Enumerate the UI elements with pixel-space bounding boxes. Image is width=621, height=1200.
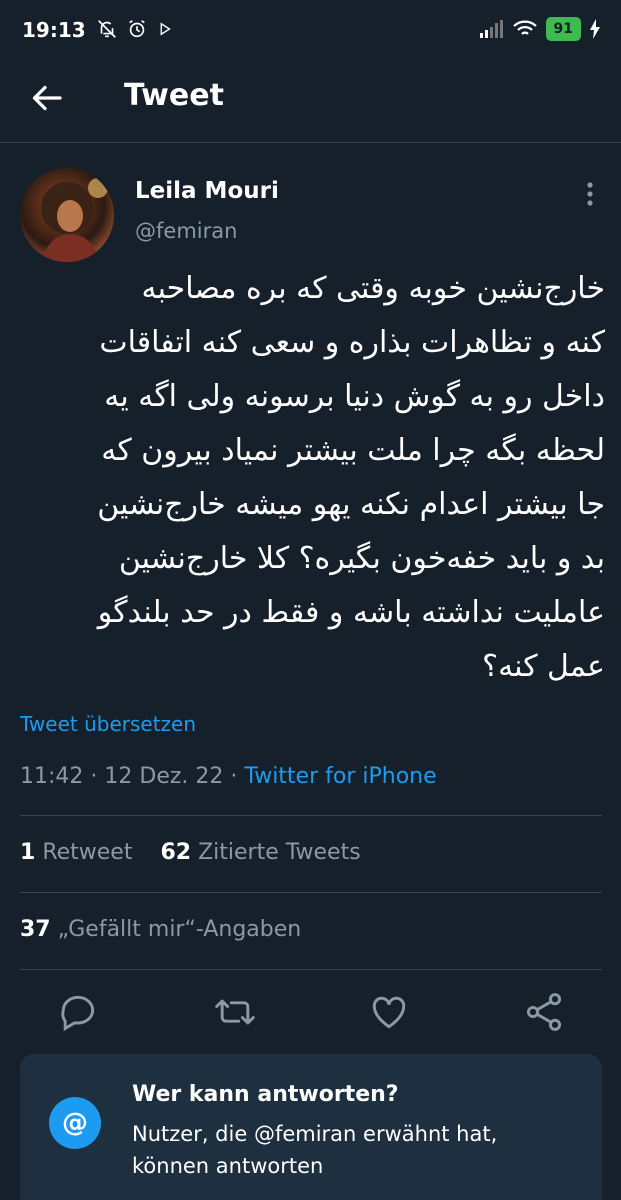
app-header: Tweet — [0, 62, 621, 142]
signal-icon — [479, 20, 503, 38]
status-time: 19:13 — [22, 18, 86, 42]
reply-restriction-card: @ Wer kann antworten? Nutzer, die @femir… — [20, 1054, 602, 1200]
tweet-line: عاملیت نداشته باشه و فقط در حد بلندگو — [97, 595, 605, 630]
like-heart-icon[interactable] — [367, 990, 411, 1034]
status-right-icons: 91 — [478, 17, 601, 41]
page-title: Tweet — [124, 78, 224, 113]
status-left-icons — [96, 18, 174, 40]
tweet-time: 11:42 — [20, 764, 84, 789]
alarm-icon — [129, 20, 145, 38]
status-bar: 19:13 91 — [0, 0, 621, 62]
retweet-stats: 1 Retweet 62 Zitierte Tweets — [20, 840, 361, 865]
likes-count: 37 — [20, 917, 51, 942]
author-handle[interactable]: @femiran — [135, 219, 237, 243]
stats-divider — [20, 892, 602, 893]
likes-label: „Gefällt mir“-Angaben — [57, 917, 302, 942]
header-divider — [0, 142, 621, 143]
tweet-line: داخل رو به گوش دنیا برسونه ولی اگه یه — [104, 379, 605, 414]
retweet-icon[interactable] — [213, 990, 257, 1034]
wifi-icon — [512, 20, 537, 35]
card-body: Nutzer, die @femiran erwähnt hat, können… — [132, 1122, 498, 1178]
tweet-line: کنه و تظاهرات بذاره و سعی کنه اتفاقات — [99, 325, 605, 360]
tweet-line: عمل کنه؟ — [482, 649, 605, 684]
quotes-label: Zitierte Tweets — [198, 840, 361, 865]
charging-icon — [590, 19, 600, 39]
tweet-meta: 11:42 · 12 Dez. 22 · Twitter for iPhone — [20, 764, 437, 789]
quotes-stat[interactable]: 62 Zitierte Tweets — [160, 840, 360, 865]
battery-indicator: 91 — [545, 17, 581, 41]
quotes-count: 62 — [160, 840, 192, 865]
retweets-count: 1 — [20, 840, 36, 865]
likes-stat[interactable]: 37 „Gefällt mir“-Angaben — [20, 917, 301, 942]
avatar-image — [40, 178, 108, 262]
reply-icon[interactable] — [56, 990, 100, 1034]
tweet-line: لحظه بگه چرا ملت بیشتر نمیاد بیرون که — [101, 433, 605, 468]
retweets-stat[interactable]: 1 Retweet — [20, 840, 132, 865]
more-options-icon[interactable] — [578, 178, 602, 210]
author-name[interactable]: Leila Mouri — [135, 178, 279, 204]
translate-link[interactable]: Tweet übersetzen — [20, 712, 196, 736]
avatar[interactable] — [20, 168, 114, 262]
back-arrow-icon[interactable] — [30, 80, 66, 116]
share-icon[interactable] — [522, 990, 566, 1034]
tweet-text: خارج‌نشین خوبه وقتی که بره مصاحبه کنه و … — [20, 262, 605, 694]
retweets-label: Retweet — [42, 840, 133, 865]
tweet-source-link[interactable]: Twitter for iPhone — [244, 764, 436, 789]
mention-symbol: @ — [62, 1108, 88, 1138]
like-stats: 37 „Gefällt mir“-Angaben — [20, 917, 301, 942]
tweet-date: 12 Dez. 22 — [104, 764, 224, 789]
card-title: Wer kann antworten? — [132, 1082, 399, 1107]
play-icon — [160, 22, 171, 36]
meta-divider — [20, 815, 602, 816]
likes-divider — [20, 969, 602, 970]
mention-icon: @ — [49, 1097, 101, 1149]
meta-separator: · — [230, 764, 238, 789]
notifications-off-icon — [98, 20, 116, 38]
tweet-line: جا بیشتر اعدام نکنه یهو میشه خارج‌نشین — [97, 487, 605, 522]
action-bar — [0, 990, 621, 1040]
tweet-line: بد و باید خفه‌خون بگیره؟ کلا خارج‌نشین — [118, 541, 605, 576]
meta-separator: · — [90, 764, 98, 789]
tweet-line: خارج‌نشین خوبه وقتی که بره مصاحبه — [141, 271, 605, 306]
